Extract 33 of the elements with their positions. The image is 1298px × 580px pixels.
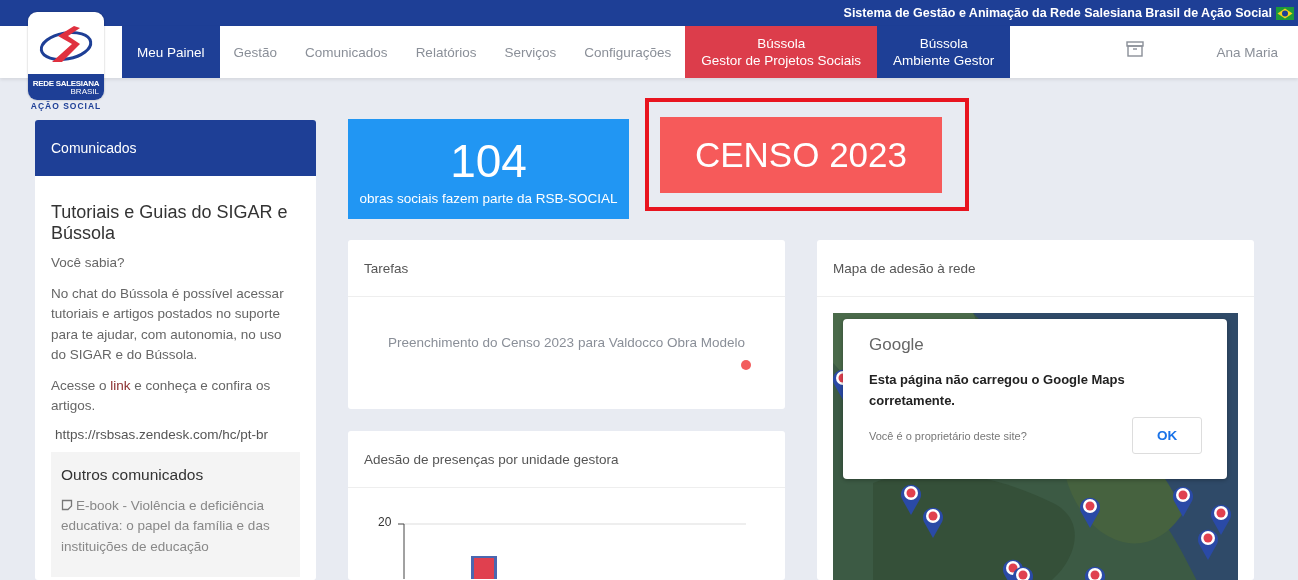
nav-feature-link[interactable]: Bússola Ambiente Gestor (877, 26, 1011, 78)
card-title: Mapa de adesão à rede (817, 240, 1254, 297)
nav-tab[interactable]: Relatórios (401, 26, 491, 78)
census-button[interactable]: CENSO 2023 (660, 117, 942, 193)
panel-title: Outros comunicados (61, 465, 205, 484)
axis-tick-label: 20 (378, 515, 392, 529)
note-icon (61, 498, 73, 511)
link-sentence: Acesse o link e conheça e confira os artigos. (51, 376, 272, 415)
nav-tab[interactable]: Comunicados (291, 26, 402, 78)
inline-link[interactable]: link (110, 377, 131, 393)
nav-feature-link[interactable]: Bússola Gestor de Projetos Sociais (685, 26, 878, 78)
brand-text: Google (869, 335, 925, 355)
card-header: Comunicados (35, 120, 316, 176)
stat-caption: obras sociais fazem parte da RSB-SOCIAL (359, 191, 618, 206)
task-item[interactable]: Preenchimento do Censo 2023 para Valdocco Obra Modelo (388, 335, 745, 350)
url-text: https://rsbsas.zendesk.com/hc/pt-br (55, 426, 270, 442)
announcement-link[interactable]: E-book - Violência e deficiência educativa: o papel da família e das instituições de educação (61, 495, 290, 557)
nav-tab[interactable]: Meu Painel (122, 26, 220, 78)
announcement-title: Tutoriais e Guias do SIGAR e Bússola (51, 202, 289, 244)
user-name[interactable]: Ana Maria (1216, 44, 1298, 60)
flag-icon (1276, 6, 1294, 20)
ok-button[interactable]: OK (1132, 417, 1202, 454)
system-title: Sistema de Gestão e Animação da Rede Salesiana Brasil de Ação Social (843, 6, 1272, 20)
card-title: Adesão de presenças por unidade gestora (348, 431, 785, 488)
stat-value: 104 (450, 137, 527, 185)
nav-tab[interactable]: Configurações (570, 26, 686, 78)
owner-question: Você é o proprietário deste site? (869, 429, 1027, 442)
question-text: Você sabia? (51, 254, 126, 272)
card-title: Tarefas (348, 240, 785, 297)
error-message: Esta página não carregou o Google Maps corretamente. (869, 371, 1126, 410)
nav-tab[interactable]: Gestão (219, 26, 292, 78)
announcement-text: No chat do Bússola é possível acessar tutoriais e artigos postados no suporte para te ajudar, com autonomia, no uso do SIGAR e do Bússola. (51, 284, 285, 364)
nav-tab[interactable]: Serviços (490, 26, 571, 78)
